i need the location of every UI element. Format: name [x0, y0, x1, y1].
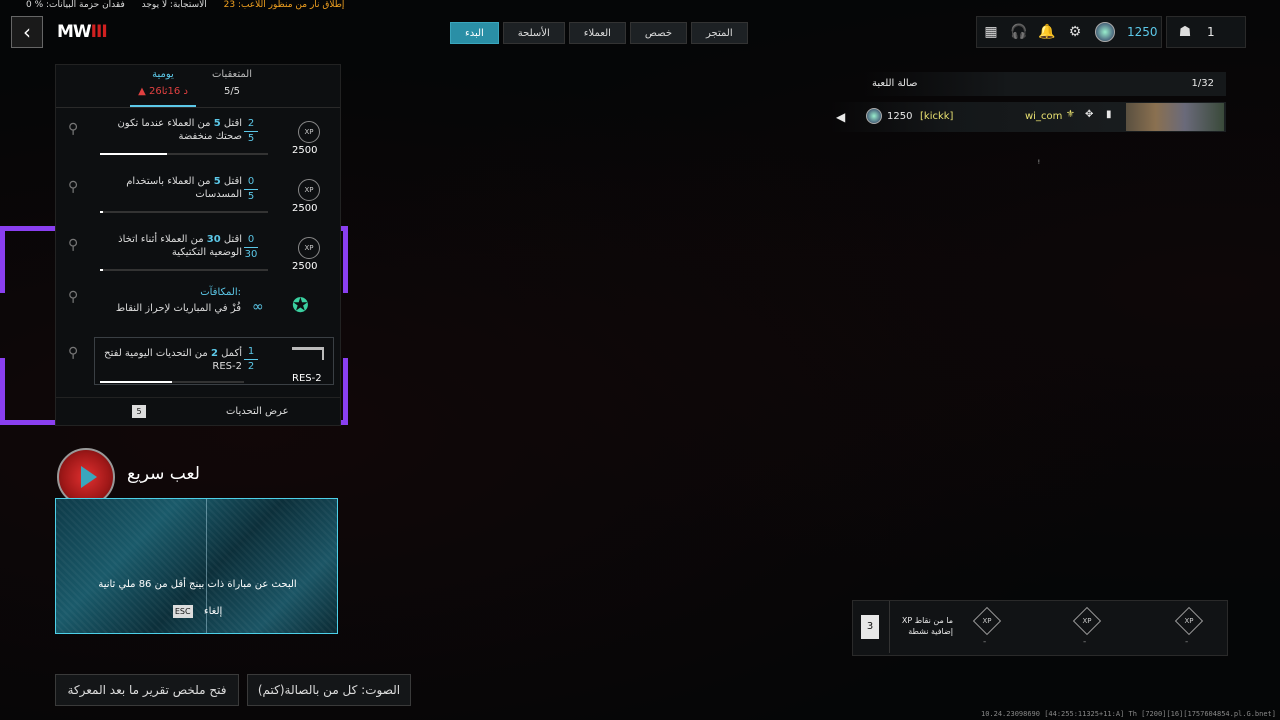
tab-operators[interactable]: العملاء [568, 22, 626, 44]
build-version: 10.24.23098690 [44:255:11325+11:A] Th [7… [980, 710, 1276, 718]
xp-reward: 2500 [292, 145, 318, 156]
rewards-value: ∞ [252, 299, 264, 315]
bell-icon[interactable]: 🔔 [1038, 24, 1055, 40]
view-challenges-label: عرض التحديات [226, 406, 289, 417]
unlock-progress-fraction: 12 [244, 345, 258, 374]
game-logo: MWIII [57, 22, 108, 42]
party-button[interactable]: ☗ 1 [1166, 16, 1246, 48]
challenge-progress-bar [100, 211, 268, 213]
back-button[interactable]: ‹ [11, 16, 43, 48]
cod-points-icon [866, 108, 882, 124]
player-clan-tag: [kickk] [920, 111, 954, 122]
headset-icon[interactable]: 🎧 [1010, 24, 1027, 40]
challenge-progress-bar [100, 153, 268, 155]
challenge-row[interactable]: ⚲ اقتل 5 من العملاء باستخدام المسدسات 05… [56, 171, 340, 228]
quick-play-card[interactable]: البحث عن مباراة ذات بينج أقل من 86 ملي ث… [55, 498, 338, 634]
party-count: 1 [1207, 25, 1215, 39]
voice-mute-lobby-button[interactable]: الصوت: كل من بالصالة(كتم) [247, 674, 411, 706]
active-tab-indicator [130, 105, 196, 107]
lobby-player-row[interactable]: ◀ 1250 [kickk] wi_com ⚜ ✥ ▮ [832, 102, 1226, 132]
medal-icon: ⚲ [68, 121, 79, 137]
gear-icon[interactable]: ⚙ [1067, 24, 1083, 40]
challenge-progress-bar [100, 269, 268, 271]
lobby-title: صالة اللعبة [872, 78, 918, 89]
medal-icon: ⚲ [68, 179, 79, 195]
challenges-panel: يومية ▲ 26د 16ثا المتعقبات 5/5 ⚲ اقتل 5 … [55, 64, 341, 426]
challenge-text: اقتل 5 من العملاء عندما تكون صحتك منخفضة [117, 118, 242, 142]
player-calling-card [1126, 103, 1224, 131]
view-challenges-button[interactable]: 5 عرض التحديات [56, 397, 340, 426]
main-nav: البدء الأسلحة العملاء خصص المتجر [450, 22, 748, 44]
esc-key-hint: ESC [172, 605, 193, 618]
cod-points-value[interactable]: 1250 [1127, 25, 1158, 39]
party-icon: ☗ [1178, 24, 1192, 40]
key-hint: 5 [132, 405, 146, 418]
daily-timer: 26د 16ثا [148, 86, 188, 97]
xp-boost-value: - [983, 637, 987, 647]
rewards-text: فُزْ في المباريات لإحراز النقاط [115, 303, 241, 314]
tab-weapons[interactable]: الأسلحة [502, 22, 565, 44]
xp-token-count: 3 [861, 615, 879, 639]
challenge-progress-fraction: 05 [244, 175, 258, 204]
unlock-text: أكمل 2 من التحديات اليومية لفتح RES-2 [104, 348, 242, 372]
chevron-left-icon: ‹ [23, 20, 31, 44]
challenges-tabs: يومية ▲ 26د 16ثا المتعقبات 5/5 [56, 65, 340, 108]
cod-points-icon [1095, 22, 1115, 42]
xp-boost-status: ما من نقاط XP إضافية نشطة [901, 616, 953, 636]
weapon-icon [292, 347, 324, 360]
tab-start[interactable]: البدء [450, 22, 499, 44]
tab-store[interactable]: المتجر [691, 22, 748, 44]
speaker-icon[interactable]: ◀ [836, 110, 845, 124]
challenge-text: اقتل 30 من العملاء أثناء اتخاذ الوضعية ا… [118, 234, 242, 258]
xp-icon: XP [298, 121, 320, 143]
challenge-row[interactable]: ⚲ اقتل 30 من العملاء أثناء اتخاذ الوضعية… [56, 229, 340, 286]
challenge-text: اقتل 5 من العملاء باستخدام المسدسات [126, 176, 242, 200]
rewards-label: المكافآت: [200, 287, 241, 298]
tab-daily[interactable]: يومية ▲ 26د 16ثا [130, 69, 196, 97]
challenge-progress-fraction: 25 [244, 117, 258, 146]
weapon-name: RES-2 [292, 373, 322, 384]
rewards-row: ⚲ ✪ المكافآت: فُزْ في المباريات لإحراز ا… [56, 283, 340, 340]
xp-reward: 2500 [292, 203, 318, 214]
player-cp: 1250 [887, 111, 913, 122]
top-right-toolbar: ▦ 🎧 🔔 ⚙ 1250 [976, 16, 1162, 48]
cancel-search-button[interactable]: ESC إلغاء [56, 605, 337, 618]
reward-emblem-icon: ✪ [292, 293, 309, 317]
fire-perspective-status: إطلاق نار من منظور اللاعب: 23 [223, 0, 345, 10]
medal-icon: ⚲ [68, 345, 79, 361]
unlock-progress-bar [100, 381, 244, 383]
network-status-bar: إطلاق نار من منظور اللاعب: 23 الاستجابة:… [12, 0, 344, 10]
medal-icon: ⚲ [68, 289, 79, 305]
unlock-row[interactable]: ⚲ أكمل 2 من التحديات اليومية لفتح RES-2 … [56, 337, 340, 391]
challenge-progress-fraction: 0 30 [244, 234, 258, 260]
lobby-header: صالة اللعبة 1/32 [864, 72, 1226, 96]
quick-play-title: لعب سريع [127, 464, 200, 484]
xp-icon: XP [298, 237, 320, 259]
challenge-row[interactable]: ⚲ اقتل 5 من العملاء عندما تكون صحتك منخف… [56, 113, 340, 170]
cursor-marker: ᵎ [1038, 158, 1040, 169]
xp-boost-panel: 3 ما من نقاط XP إضافية نشطة XP XP XP - -… [852, 600, 1228, 656]
grid-menu-icon[interactable]: ▦ [983, 24, 999, 40]
xp-reward: 2500 [292, 261, 318, 272]
response-status: الاستجابة: لا يوجد [141, 0, 207, 10]
platform-icon: ✥ [1085, 109, 1094, 120]
trackers-count: 5/5 [223, 86, 241, 97]
rank-icon: ⚜ [1066, 109, 1075, 120]
mic-icon: ▮ [1106, 109, 1112, 120]
matchmaking-status: البحث عن مباراة ذات بينج أقل من 86 ملي ث… [98, 579, 297, 590]
xp-boost-value: - [1083, 637, 1087, 647]
tab-trackers[interactable]: المتعقبات 5/5 [202, 69, 262, 97]
after-action-report-button[interactable]: فتح ملخص تقرير ما بعد المعركة [55, 674, 239, 706]
medal-icon: ⚲ [68, 237, 79, 253]
xp-boost-value: - [1185, 637, 1189, 647]
xp-icon: XP [298, 179, 320, 201]
tab-customize[interactable]: خصص [629, 22, 688, 44]
warning-icon: ▲ [138, 86, 146, 97]
packet-loss-status: فقدان حزمة البيانات: % 0 [26, 0, 125, 10]
lobby-count: 1/32 [1191, 78, 1214, 89]
player-name: wi_com [1025, 111, 1063, 122]
